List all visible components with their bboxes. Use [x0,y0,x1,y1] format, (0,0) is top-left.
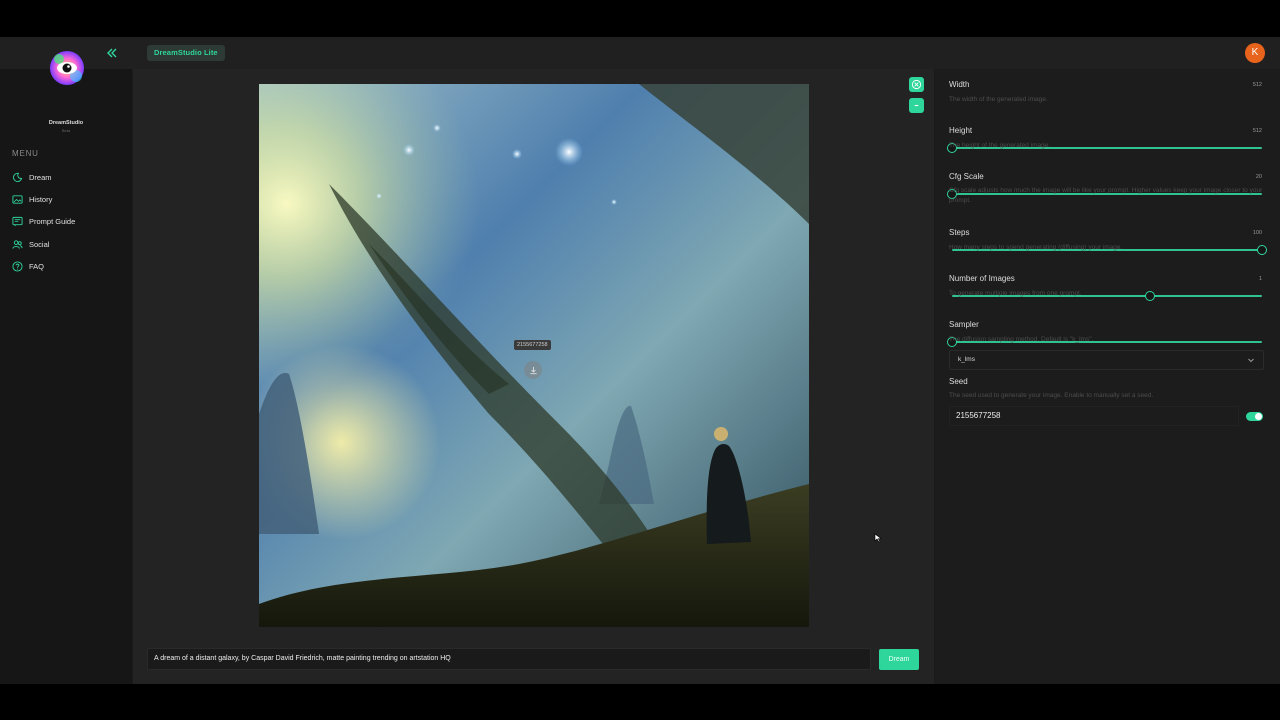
social-users-icon [12,239,23,249]
dream-moon-icon [13,172,23,182]
chevron-down-icon [1248,358,1254,363]
menu-title: MENU [12,149,39,158]
height-value: 512 [1252,128,1262,134]
clear-image-button[interactable] [909,77,924,92]
width-value: 512 [1252,82,1262,88]
avatar[interactable]: K [1245,43,1265,63]
sidebar-item-label: Prompt Guide [29,216,76,226]
double-chevron-left-icon [107,48,117,58]
prompt-input[interactable]: A dream of a distant galaxy, by Caspar D… [147,648,871,670]
seed-input[interactable]: 2155677258 [949,406,1239,426]
logo-subtitle: Beta [61,128,71,133]
faq-question-icon [12,260,23,272]
image-seed-label: 2155677258 [514,340,551,350]
settings-panel: Width 512 The width of the generated ima… [935,69,1280,684]
sidebar: DreamStudio Beta MENU Dream History Prom… [0,51,132,684]
cfg-scale-value: 20 [1255,174,1262,180]
sidebar-item-label: Dream [29,172,52,182]
mouse-pointer-icon [874,533,882,543]
sidebar-item-label: History [29,194,53,204]
top-bar: DreamStudio Lite K [0,37,1280,69]
history-image-icon [12,194,23,204]
steps-label: Steps [949,228,970,237]
cfg-scale-description: Cfg scale adjusts how much the image wil… [949,187,1263,204]
sampler-description: The diffusion sampling method. Default i… [949,336,1094,343]
generated-image [259,84,809,627]
close-circle-icon [911,79,922,90]
sidebar-item-dream[interactable]: Dream [12,169,52,185]
sidebar-item-faq[interactable]: FAQ [12,258,44,274]
sidebar-item-history[interactable]: History [12,191,52,207]
image-options-button[interactable] [909,98,924,113]
width-label: Width [949,80,970,89]
num-images-value: 1 [1258,276,1262,282]
sampler-label: Sampler [949,320,979,329]
steps-value: 100 [1252,230,1262,236]
prompt-guide-icon [12,216,23,226]
seed-label: Seed [949,377,968,386]
seed-description: The seed used to generate your image. En… [949,392,1154,399]
sidebar-item-label: FAQ [29,261,45,271]
seed-toggle-knob [1255,413,1262,420]
num-images-description: To generate multiple images from one pro… [949,290,1082,297]
dream-button[interactable]: Dream [879,649,919,670]
height-description: The height of the generated image. [949,142,1051,149]
collapse-sidebar-button[interactable] [102,43,122,63]
brand-badge: DreamStudio Lite [147,45,225,61]
main-canvas-area: 2155677258 A dream of a distant galaxy, … [133,69,934,684]
sidebar-item-prompt-guide[interactable]: Prompt Guide [12,213,75,229]
height-label: Height [949,126,973,135]
download-button[interactable] [524,361,542,379]
steps-description: How many steps to spend generating (diff… [949,244,1123,251]
sampler-selected-value: k_lms [958,356,975,363]
download-icon [529,366,537,374]
logo-name: DreamStudio [48,120,84,126]
sampler-select[interactable]: k_lms [949,350,1264,370]
sidebar-item-social[interactable]: Social [12,236,49,252]
minus-icon [914,104,919,107]
width-description: The width of the generated image. [949,96,1048,103]
dreamstudio-logo-icon [50,51,84,85]
sidebar-item-label: Social [29,239,50,249]
num-images-label: Number of Images [949,274,1015,283]
app-window: DreamStudio Lite K DreamStudio Beta MENU [0,37,1280,684]
seed-toggle[interactable] [1246,412,1263,421]
cfg-scale-label: Cfg Scale [949,172,984,181]
